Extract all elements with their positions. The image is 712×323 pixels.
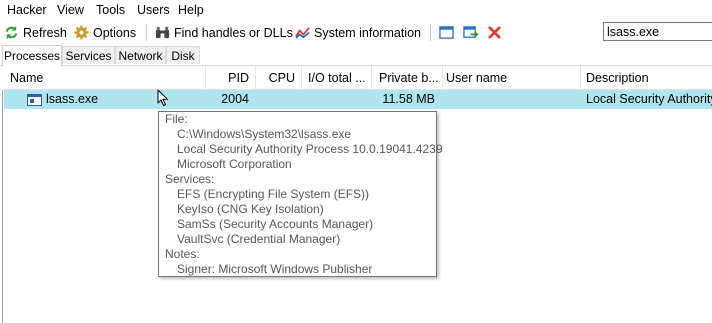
find-handles-label: Find handles or DLLs xyxy=(174,25,293,40)
gear-icon xyxy=(74,25,89,40)
column-divider[interactable] xyxy=(371,66,372,89)
tab-network[interactable]: Network xyxy=(115,46,166,64)
tooltip-service: VaultSvc (Credential Manager) xyxy=(177,232,341,246)
refresh-icon xyxy=(5,25,18,40)
system-information-label: System information xyxy=(314,25,421,40)
column-cpu[interactable]: CPU xyxy=(256,66,295,89)
menu-tools[interactable]: Tools xyxy=(96,3,125,17)
tooltip-services-header: Services: xyxy=(165,172,215,186)
column-divider[interactable] xyxy=(580,66,581,89)
tooltip-file-path: C:\Windows\System32\lsass.exe xyxy=(177,127,352,141)
system-information-button[interactable]: System information xyxy=(295,23,421,42)
process-description: Local Security Authority xyxy=(586,92,712,106)
process-tooltip: File: C:\Windows\System32\lsass.exe Loca… xyxy=(158,111,443,277)
tab-services[interactable]: Services xyxy=(62,46,115,64)
window-icon[interactable] xyxy=(439,25,454,40)
toolbar-separator xyxy=(146,24,147,41)
find-handles-button[interactable]: Find handles or DLLs xyxy=(155,23,293,42)
search-input[interactable] xyxy=(603,22,712,41)
column-divider[interactable] xyxy=(301,66,302,89)
column-header: Name PID CPU I/O total ... Private b... … xyxy=(2,66,712,90)
binoculars-icon xyxy=(155,26,170,39)
tooltip-service: EFS (Encrypting File System (EFS)) xyxy=(177,187,370,201)
menu-users[interactable]: Users xyxy=(137,3,170,17)
refresh-label: Refresh xyxy=(23,25,67,40)
column-user-name[interactable]: User name xyxy=(446,66,576,89)
menu-view[interactable]: View xyxy=(57,3,84,17)
column-divider[interactable] xyxy=(442,66,443,89)
column-pid[interactable]: PID xyxy=(206,66,249,89)
mouse-cursor-icon xyxy=(157,89,168,106)
options-label: Options xyxy=(93,25,137,40)
column-io-total[interactable]: I/O total ... xyxy=(308,66,370,89)
close-icon[interactable] xyxy=(487,25,502,40)
options-button[interactable]: Options xyxy=(74,23,136,42)
tooltip-service: SamSs (Security Accounts Manager) xyxy=(177,217,374,231)
tab-bar: Processes Services Network Disk xyxy=(0,45,712,66)
process-private-bytes: 11.58 MB xyxy=(382,92,435,106)
column-name[interactable]: Name xyxy=(10,66,200,89)
process-name: lsass.exe xyxy=(46,92,99,106)
menu-help[interactable]: Help xyxy=(178,3,204,17)
tooltip-note: Signer: Microsoft Windows Publisher xyxy=(177,262,373,276)
process-icon xyxy=(27,94,42,106)
chart-icon xyxy=(295,27,310,39)
column-description[interactable]: Description xyxy=(586,66,712,89)
tooltip-file-header: File: xyxy=(165,112,188,126)
column-private-bytes[interactable]: Private b... xyxy=(379,66,441,89)
toolbar-separator xyxy=(430,24,431,41)
refresh-button[interactable]: Refresh xyxy=(4,23,67,42)
tab-disk[interactable]: Disk xyxy=(166,46,200,64)
tab-processes[interactable]: Processes xyxy=(2,45,62,66)
tooltip-service: KeyIso (CNG Key Isolation) xyxy=(177,202,324,216)
menu-bar: Hacker View Tools Users Help xyxy=(0,0,712,21)
go-to-icon[interactable] xyxy=(463,25,478,40)
tooltip-file-company: Microsoft Corporation xyxy=(177,157,292,171)
tooltip-file-version: Local Security Authority Process 10.0.19… xyxy=(177,142,443,156)
tooltip-notes-header: Notes: xyxy=(165,247,200,261)
menu-hacker[interactable]: Hacker xyxy=(7,3,47,17)
process-pid: 2004 xyxy=(221,92,249,106)
